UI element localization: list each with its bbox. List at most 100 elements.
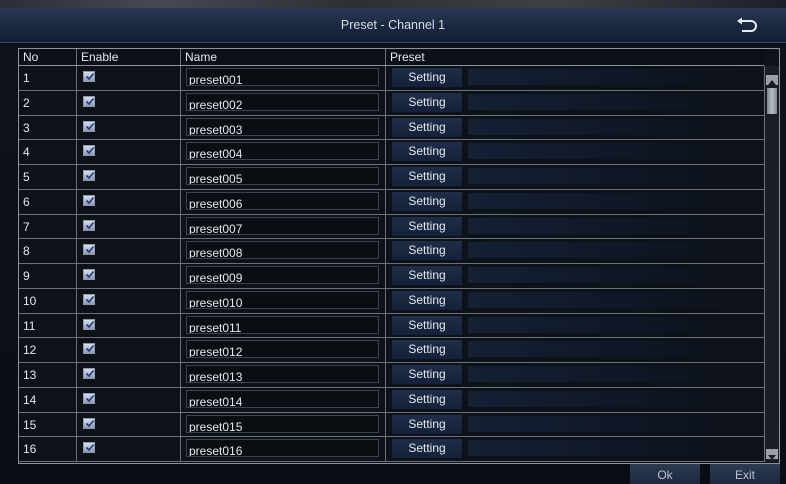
enable-checkbox[interactable]: [83, 170, 95, 181]
enable-checkbox[interactable]: [83, 219, 95, 231]
setting-button[interactable]: Setting: [392, 439, 462, 459]
table-row: 6 preset006 Setting: [19, 189, 764, 215]
row-highlight-band: [468, 341, 760, 358]
preset-name-field[interactable]: preset003: [186, 117, 379, 136]
table-row: 16 preset016 Setting: [19, 437, 764, 462]
enable-checkbox[interactable]: [83, 417, 95, 429]
preset-name-field[interactable]: preset012: [186, 340, 379, 359]
preset-cell: Setting: [386, 116, 764, 140]
name-cell: preset014: [181, 387, 386, 412]
enable-checkbox[interactable]: [83, 269, 95, 280]
scrollbar-thumb[interactable]: [767, 88, 777, 114]
enable-cell: [77, 165, 181, 189]
checkmark-icon: [85, 97, 95, 105]
preset-name-field[interactable]: preset016: [186, 439, 379, 458]
checkmark-icon: [85, 345, 95, 353]
row-number: 1: [19, 66, 77, 90]
preset-cell: Setting: [386, 363, 764, 387]
enable-checkbox[interactable]: [83, 71, 95, 82]
setting-button[interactable]: Setting: [392, 365, 462, 384]
ok-button[interactable]: Ok: [630, 464, 700, 484]
setting-button[interactable]: Setting: [392, 142, 462, 162]
scroll-down-arrow-icon[interactable]: [766, 449, 778, 460]
setting-button[interactable]: Setting: [392, 340, 462, 360]
row-number: 14: [19, 387, 77, 412]
row-number: 11: [19, 313, 77, 338]
setting-button[interactable]: Setting: [392, 290, 462, 310]
title-bar: Preset - Channel 1: [0, 8, 786, 43]
preset-cell: Setting: [386, 314, 764, 338]
enable-cell: [77, 387, 181, 412]
preset-name-field[interactable]: preset001: [186, 68, 379, 86]
preset-name-field[interactable]: preset014: [186, 389, 379, 408]
row-highlight-band: [468, 217, 760, 234]
preset-name-field[interactable]: preset006: [186, 191, 379, 210]
setting-button[interactable]: Setting: [392, 117, 462, 137]
row-number: 2: [19, 90, 77, 115]
row-highlight-band: [468, 168, 760, 184]
enable-checkbox[interactable]: [83, 442, 95, 454]
exit-button[interactable]: Exit: [710, 464, 780, 484]
preset-name-field[interactable]: preset010: [186, 290, 379, 309]
checkmark-icon: [85, 147, 95, 155]
enable-checkbox[interactable]: [83, 120, 95, 132]
scrollbar[interactable]: [764, 66, 779, 462]
name-cell: preset002: [181, 90, 386, 115]
preset-name-field[interactable]: preset009: [186, 266, 379, 284]
enable-checkbox[interactable]: [83, 343, 95, 355]
preset-name-field[interactable]: preset007: [186, 216, 379, 235]
setting-button[interactable]: Setting: [392, 191, 462, 211]
back-arrow-icon[interactable]: [736, 16, 758, 34]
row-highlight-band: [468, 192, 760, 209]
scroll-up-arrow-icon[interactable]: [766, 75, 778, 85]
row-number: 7: [19, 214, 77, 239]
enable-checkbox[interactable]: [83, 95, 95, 107]
setting-button[interactable]: Setting: [392, 241, 462, 261]
video-background-strip: [0, 0, 786, 8]
row-highlight-band: [468, 267, 760, 283]
enable-cell: [77, 66, 181, 90]
preset-name-field[interactable]: preset011: [186, 315, 379, 334]
enable-checkbox[interactable]: [83, 145, 95, 157]
setting-button[interactable]: Setting: [392, 92, 462, 112]
preset-name-field[interactable]: preset015: [186, 414, 379, 433]
checkmark-icon: [85, 270, 95, 279]
setting-button[interactable]: Setting: [392, 315, 462, 335]
checkmark-icon: [85, 196, 95, 204]
preset-name-field[interactable]: preset008: [186, 241, 379, 260]
row-highlight-band: [468, 366, 760, 382]
preset-name-field[interactable]: preset005: [186, 167, 379, 185]
preset-dialog: Preset - Channel 1 No Enable Name Preset…: [0, 0, 786, 484]
table-row: 15 preset015 Setting: [19, 412, 764, 438]
enable-checkbox[interactable]: [83, 194, 95, 206]
name-cell: preset001: [181, 66, 386, 90]
table-row: 3 preset003 Setting: [19, 115, 764, 141]
setting-button[interactable]: Setting: [392, 68, 462, 87]
checkmark-icon: [85, 394, 95, 402]
enable-checkbox[interactable]: [83, 392, 95, 404]
name-cell: preset011: [181, 313, 386, 338]
preset-cell: Setting: [386, 215, 764, 239]
row-number: 10: [19, 288, 77, 313]
header-no: No: [19, 49, 77, 65]
table-row: 2 preset002 Setting: [19, 90, 764, 116]
setting-button[interactable]: Setting: [392, 167, 462, 186]
enable-checkbox[interactable]: [83, 368, 95, 379]
enable-checkbox[interactable]: [83, 244, 95, 256]
setting-button[interactable]: Setting: [392, 216, 462, 236]
enable-cell: [77, 412, 181, 437]
preset-name-field[interactable]: preset013: [186, 365, 379, 383]
preset-name-field[interactable]: preset002: [186, 92, 379, 111]
checkmark-icon: [85, 221, 95, 229]
preset-name-field[interactable]: preset004: [186, 142, 379, 161]
setting-button[interactable]: Setting: [392, 389, 462, 409]
enable-checkbox[interactable]: [83, 318, 95, 330]
name-cell: preset010: [181, 288, 386, 313]
enable-checkbox[interactable]: [83, 293, 95, 305]
preset-cell: Setting: [386, 289, 764, 313]
table-row: 8 preset008 Setting: [19, 239, 764, 264]
setting-button[interactable]: Setting: [392, 414, 462, 434]
row-number: 4: [19, 140, 77, 164]
setting-button[interactable]: Setting: [392, 266, 462, 285]
header-preset: Preset: [390, 50, 425, 64]
